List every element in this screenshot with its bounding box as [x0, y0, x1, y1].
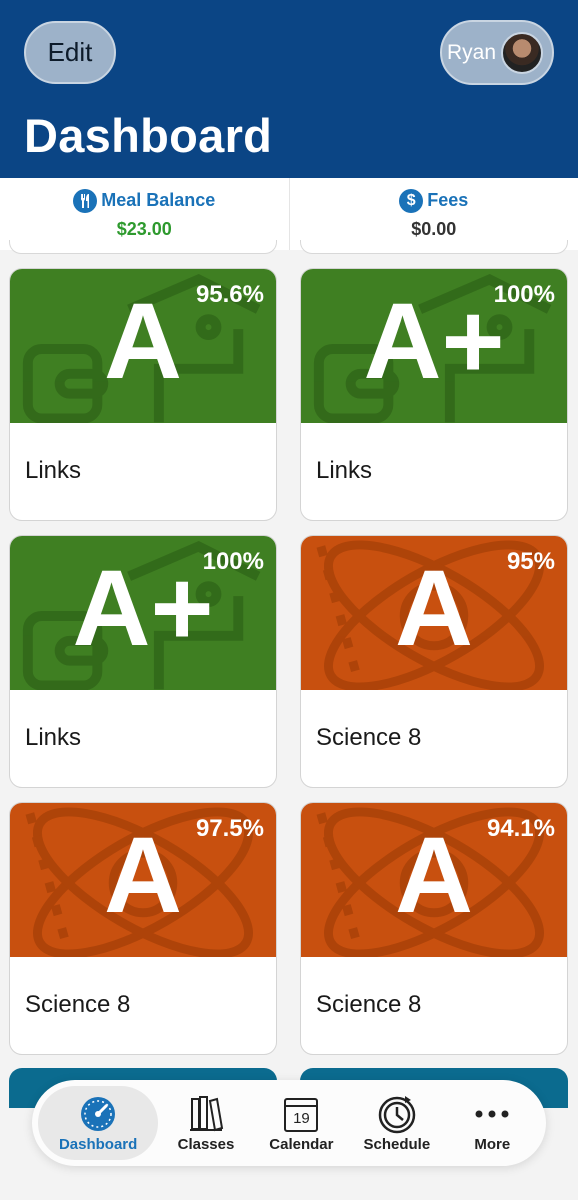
class-title: Links: [316, 457, 373, 484]
meal-balance-value: $23.00: [116, 218, 172, 239]
calendar-icon: 19: [281, 1094, 321, 1134]
gauge-icon: [78, 1094, 118, 1134]
card-header: A 95%: [301, 536, 567, 690]
card-header: A+ 100%: [10, 536, 276, 690]
class-title: Science 8: [25, 991, 131, 1018]
class-card[interactable]: A 95% Science 8: [300, 535, 568, 788]
grade-percent: 97.5%: [195, 815, 264, 842]
meal-balance-label: Meal Balance: [101, 190, 216, 210]
class-card[interactable]: A+ 100% Links: [300, 268, 568, 521]
card-partial-top-right: [300, 240, 568, 254]
class-card[interactable]: A 94.1% Science 8: [300, 802, 568, 1055]
nav-label-classes: Classes: [177, 1135, 235, 1153]
grade-percent: 100%: [202, 548, 264, 575]
card-partial-top-left: [9, 240, 277, 254]
fees-label: Fees: [427, 190, 469, 210]
dollar-icon: $: [399, 188, 424, 213]
grade-percent: 94.1%: [486, 815, 555, 842]
class-card[interactable]: A 97.5% Science 8: [9, 802, 277, 1055]
class-title: Science 8: [316, 991, 422, 1018]
avatar: [501, 31, 543, 74]
nav-more[interactable]: More: [445, 1086, 540, 1160]
bottom-nav: Dashboard Classes 19 Calendar Schedule M…: [32, 1080, 546, 1166]
nav-label-more: More: [474, 1135, 511, 1153]
card-header: A+ 100%: [301, 269, 567, 423]
class-title: Links: [25, 724, 82, 751]
class-title: Science 8: [316, 724, 422, 751]
card-header: A 95.6%: [10, 269, 276, 423]
nav-label-schedule: Schedule: [363, 1135, 431, 1153]
calendar-day: 19: [293, 1109, 310, 1127]
class-title: Links: [25, 457, 82, 484]
nav-label-calendar: Calendar: [269, 1135, 334, 1153]
grade-percent: 95.6%: [195, 281, 264, 308]
nav-classes[interactable]: Classes: [158, 1086, 253, 1160]
nav-calendar[interactable]: 19 Calendar: [254, 1086, 349, 1160]
header: Edit Ryan Dashboard: [0, 0, 578, 178]
profile-name: Ryan: [447, 40, 497, 64]
ellipsis-icon: [472, 1094, 512, 1134]
page-title: Dashboard: [24, 109, 273, 162]
nav-label-dashboard: Dashboard: [58, 1135, 138, 1153]
clock-icon: [377, 1094, 417, 1134]
utensils-icon: [73, 188, 98, 213]
profile-button[interactable]: Ryan: [440, 20, 554, 85]
nav-dashboard[interactable]: Dashboard: [38, 1086, 159, 1160]
books-icon: [186, 1094, 226, 1134]
grade-percent: 100%: [493, 281, 555, 308]
card-header: A 94.1%: [301, 803, 567, 957]
class-card[interactable]: A+ 100% Links: [9, 535, 277, 788]
card-header: A 97.5%: [10, 803, 276, 957]
fees-value: $0.00: [411, 218, 457, 239]
class-card[interactable]: A 95.6% Links: [9, 268, 277, 521]
edit-button[interactable]: Edit: [24, 21, 116, 84]
nav-schedule[interactable]: Schedule: [349, 1086, 444, 1160]
grade-percent: 95%: [506, 548, 555, 575]
